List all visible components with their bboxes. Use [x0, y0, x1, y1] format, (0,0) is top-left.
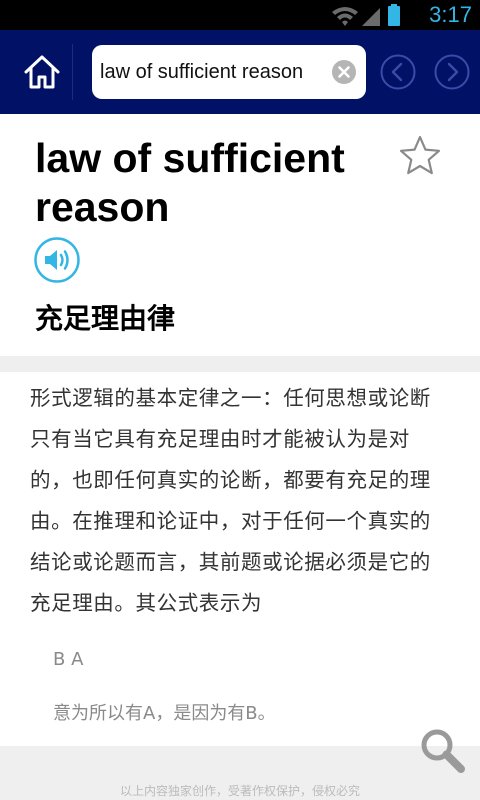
formula-explanation: 意为所以有A，是因为有B。	[53, 703, 276, 724]
arrow-right-icon[interactable]	[434, 54, 470, 90]
clear-icon[interactable]	[332, 60, 356, 84]
entry-header: law of sufficient reason 充足理由律	[0, 114, 480, 356]
star-icon[interactable]	[398, 134, 442, 178]
top-toolbar	[0, 30, 480, 114]
speaker-icon[interactable]	[34, 237, 80, 283]
battery-icon	[388, 4, 400, 26]
wifi-icon	[332, 7, 358, 26]
home-icon[interactable]	[22, 52, 62, 92]
toolbar-separator	[72, 44, 73, 100]
search-box[interactable]	[92, 45, 366, 99]
status-icons	[332, 4, 400, 26]
definition-text: 形式逻辑的基本定律之一：任何思想或论断只有当它具有充足理由时才能被认为是对的，也…	[30, 386, 431, 615]
signal-icon	[362, 8, 380, 26]
entry-word: law of sufficient reason	[35, 135, 345, 230]
search-input[interactable]	[100, 57, 320, 87]
entry-translation: 充足理由律	[35, 302, 176, 335]
copyright-notice: 以上内容独家创作，受著作权保护，侵权必究	[119, 784, 360, 798]
arrow-left-icon[interactable]	[380, 54, 416, 90]
search-icon[interactable]	[418, 726, 466, 774]
formula-text: B A	[53, 649, 84, 670]
definition-section: 形式逻辑的基本定律之一：任何思想或论断只有当它具有充足理由时才能被认为是对的，也…	[0, 372, 480, 746]
status-time: 3:17	[429, 2, 472, 27]
status-bar: 3:17	[0, 0, 480, 30]
